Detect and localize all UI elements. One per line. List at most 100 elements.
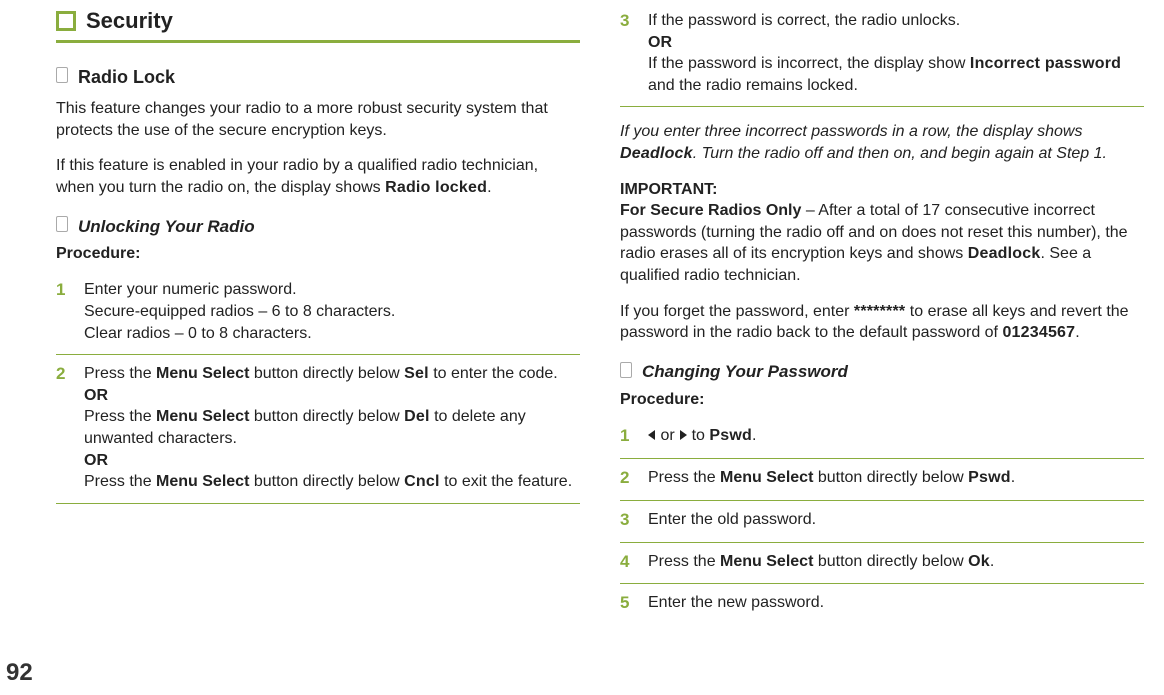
text: Enter the new password. [648, 594, 824, 611]
text: Press the [648, 469, 720, 486]
softkey-ok: Ok [968, 553, 990, 570]
step-body: Press the Menu Select button directly be… [648, 551, 1144, 573]
password-mask: ******** [854, 303, 905, 320]
step-body: Enter the old password. [648, 509, 1144, 531]
step-2: 2 Press the Menu Select button directly … [56, 357, 580, 504]
heading-unlocking: Unlocking Your Radio [56, 216, 580, 237]
text: . [1075, 324, 1079, 341]
content-columns: Security Radio Lock This feature changes… [56, 0, 1144, 695]
menu-select-label: Menu Select [156, 408, 249, 425]
square-bullet-icon [56, 11, 76, 31]
note-paragraph: If you enter three incorrect passwords i… [620, 121, 1144, 164]
step-number: 4 [620, 551, 634, 574]
step-body: Press the Menu Select button directly be… [84, 363, 580, 493]
nav-left-icon [648, 430, 655, 440]
default-password: 01234567 [1002, 324, 1075, 341]
step-number: 1 [56, 279, 70, 302]
procedure-label: Procedure: [56, 245, 580, 263]
text: If the password is correct, the radio un… [648, 12, 960, 29]
step-body: If the password is correct, the radio un… [648, 10, 1144, 96]
text: button directly below [249, 365, 404, 382]
text: button directly below [813, 469, 968, 486]
text: Enter the old password. [648, 511, 816, 528]
cstep-3: 3 Enter the old password. [620, 503, 1144, 543]
softkey-pswd: Pswd [968, 469, 1011, 486]
menu-select-label: Menu Select [156, 473, 249, 490]
step-1: 1 Enter your numeric password. Secure-eq… [56, 273, 580, 355]
page-number: 92 [6, 659, 33, 687]
text: to [687, 427, 709, 444]
paragraph: If this feature is enabled in your radio… [56, 155, 580, 198]
cstep-4: 4 Press the Menu Select button directly … [620, 545, 1144, 585]
text: button directly below [813, 553, 968, 570]
step-3: 3 If the password is correct, the radio … [620, 4, 1144, 107]
text: . [990, 553, 994, 570]
cstep-2: 2 Press the Menu Select button directly … [620, 461, 1144, 501]
text: to enter the code. [429, 365, 558, 382]
softkey-del: Del [404, 408, 430, 425]
or-separator: OR [84, 387, 108, 404]
text: button directly below [249, 408, 404, 425]
heading-unlocking-text: Unlocking Your Radio [78, 217, 255, 237]
text: . [752, 427, 756, 444]
menu-select-label: Menu Select [156, 365, 249, 382]
heading-radio-lock-text: Radio Lock [78, 67, 175, 88]
text: Press the [84, 365, 156, 382]
text: Secure-equipped radios – 6 to 8 characte… [84, 303, 395, 320]
text: . [487, 179, 491, 196]
doc-icon [56, 216, 68, 237]
display-incorrect-password: Incorrect password [970, 55, 1121, 72]
step-number: 2 [620, 467, 634, 490]
step-number: 3 [620, 10, 634, 33]
forget-paragraph: If you forget the password, enter ******… [620, 301, 1144, 344]
page: Advanced Features 92 Security Radio Lock… [0, 0, 1164, 695]
heading-security: Security [56, 8, 580, 34]
text: Press the [84, 408, 156, 425]
cstep-5: 5 Enter the new password. [620, 586, 1144, 621]
menu-select-label: Menu Select [720, 553, 813, 570]
column-right: 3 If the password is correct, the radio … [592, 0, 1144, 695]
sidebar: Advanced Features 92 [0, 0, 40, 695]
menu-select-label: Menu Select [720, 469, 813, 486]
display-deadlock: Deadlock [968, 245, 1041, 262]
important-label: IMPORTANT: [620, 181, 717, 198]
softkey-sel: Sel [404, 365, 429, 382]
text: Press the [648, 553, 720, 570]
step-body: Press the Menu Select button directly be… [648, 467, 1144, 489]
text: and the radio remains locked. [648, 77, 858, 94]
heading-changing-password-text: Changing Your Password [642, 362, 848, 382]
text: button directly below [249, 473, 404, 490]
text: . Turn the radio off and then on, and be… [693, 145, 1107, 162]
text: If you forget the password, enter [620, 303, 854, 320]
heading-radio-lock: Radio Lock [56, 67, 580, 88]
or-separator: OR [648, 34, 672, 51]
or-separator: OR [84, 452, 108, 469]
text: Press the [84, 473, 156, 490]
step-number: 1 [620, 425, 634, 448]
cstep-1: 1 or to Pswd. [620, 419, 1144, 459]
heading-security-text: Security [86, 8, 173, 34]
divider [56, 40, 580, 43]
important-paragraph: IMPORTANT: For Secure Radios Only – Afte… [620, 179, 1144, 287]
step-number: 2 [56, 363, 70, 386]
step-number: 3 [620, 509, 634, 532]
paragraph: This feature changes your radio to a mor… [56, 98, 580, 141]
display-text: Radio locked [385, 179, 487, 196]
doc-icon [56, 67, 68, 88]
step-body: or to Pswd. [648, 425, 1144, 447]
heading-changing-password: Changing Your Password [620, 362, 1144, 383]
text: Clear radios – 0 to 8 characters. [84, 325, 312, 342]
step-number: 5 [620, 592, 634, 615]
text: . [1011, 469, 1015, 486]
display-deadlock: Deadlock [620, 145, 693, 162]
step-body: Enter the new password. [648, 592, 1144, 614]
text: to exit the feature. [440, 473, 573, 490]
text: If you enter three incorrect passwords i… [620, 123, 1082, 140]
doc-icon [620, 362, 632, 383]
important-bold: For Secure Radios Only [620, 202, 801, 219]
procedure-label: Procedure: [620, 391, 1144, 409]
text: If the password is incorrect, the displa… [648, 55, 970, 72]
step-body: Enter your numeric password. Secure-equi… [84, 279, 580, 344]
column-left: Security Radio Lock This feature changes… [56, 0, 592, 695]
text: or [656, 427, 679, 444]
